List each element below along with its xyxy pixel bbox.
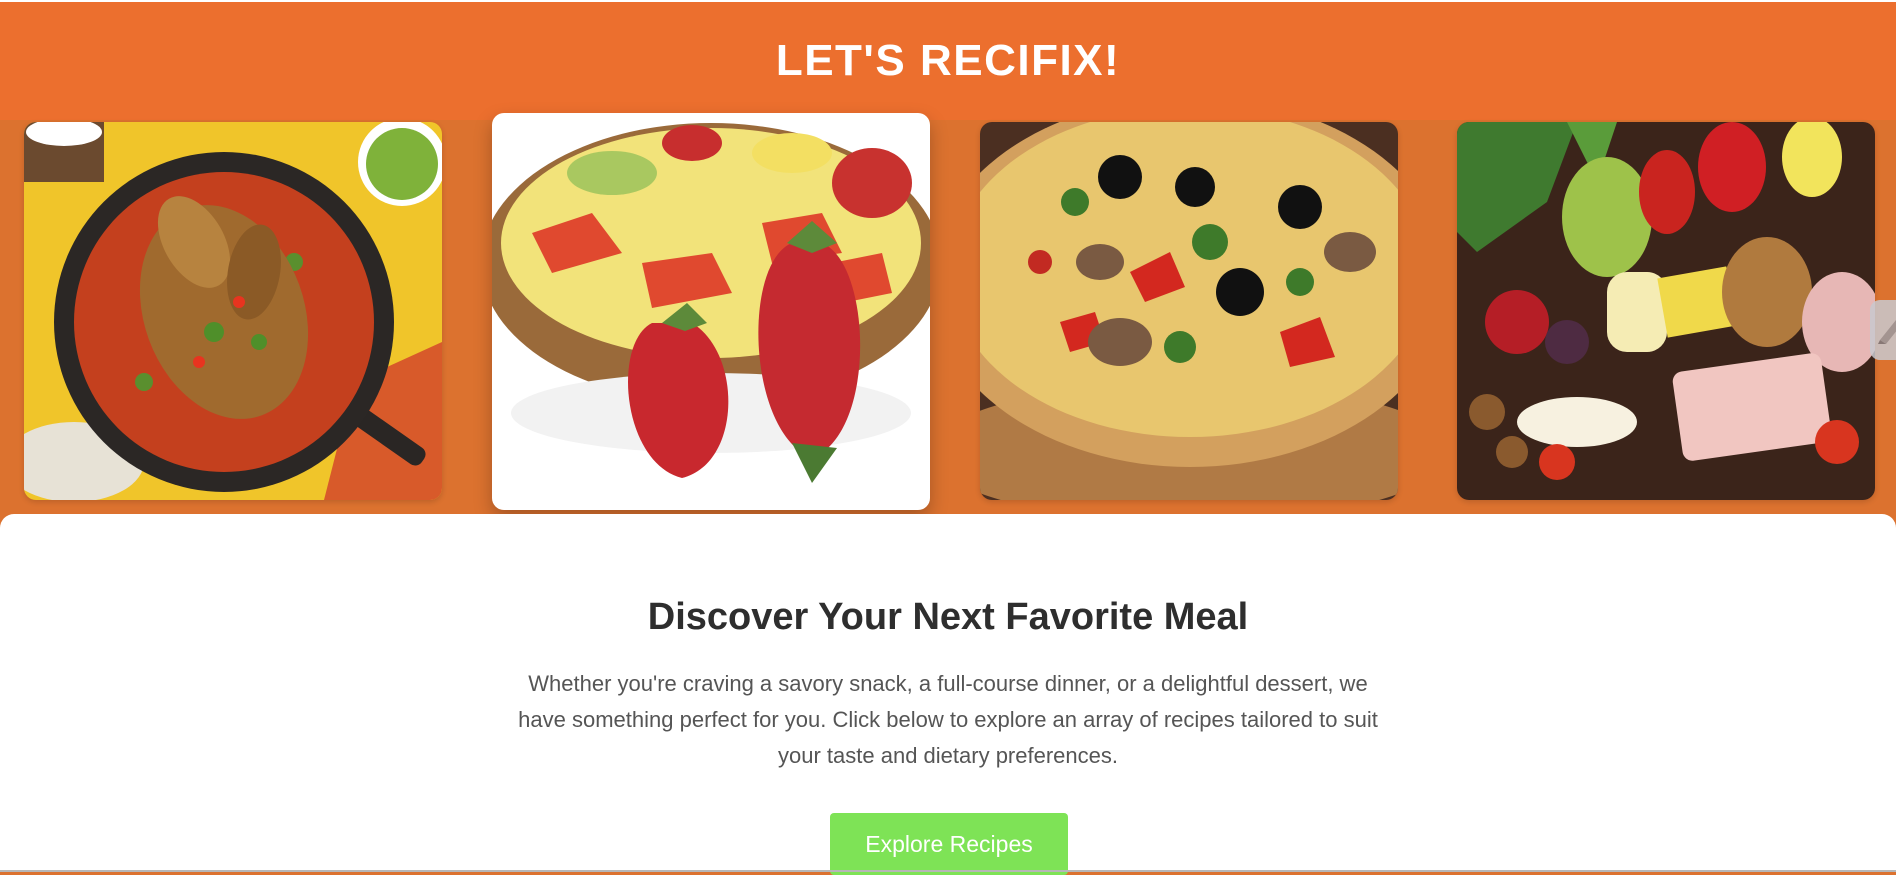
- roast-chicken-skillet-image: [24, 122, 442, 500]
- pizza-image: [980, 122, 1398, 500]
- strawberry-tart-image: [492, 113, 930, 510]
- side-drawer-tab[interactable]: [1870, 300, 1896, 360]
- explore-recipes-button[interactable]: Explore Recipes: [830, 813, 1068, 875]
- pencil-icon: [1878, 320, 1896, 344]
- section-description: Whether you're craving a savory snack, a…: [518, 671, 1378, 768]
- section-heading: Discover Your Next Favorite Meal: [647, 596, 1249, 638]
- site-title: LET'S RECIFIX!: [775, 36, 1121, 85]
- fruit-cheese-platter-image: [1457, 122, 1875, 500]
- intro-section: Discover Your Next Favorite Meal Whether…: [0, 514, 1896, 875]
- site-header: LET'S RECIFIX!: [0, 2, 1896, 120]
